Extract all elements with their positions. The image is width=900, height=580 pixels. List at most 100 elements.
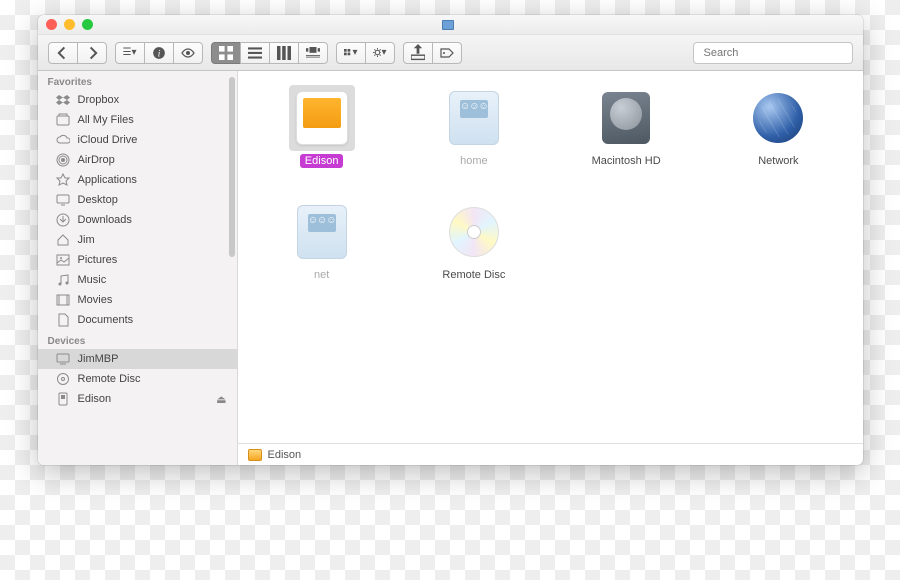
srv-drive-icon	[289, 199, 355, 265]
sidebar-item-icloud-drive[interactable]: iCloud Drive	[38, 130, 237, 150]
icon-grid[interactable]: Edison home Macintosh HD Network net Remote D…	[238, 71, 863, 443]
close-button[interactable]	[46, 19, 57, 30]
view-buttons	[211, 42, 328, 64]
sidebar-item-music[interactable]: Music	[38, 270, 237, 290]
grid-item-home[interactable]: home	[400, 85, 548, 195]
path-button[interactable]: ☰▾	[115, 42, 145, 64]
eject-icon[interactable]: ⏏	[216, 393, 226, 406]
home-icon	[56, 233, 71, 247]
ext-icon	[56, 392, 71, 406]
sidebar-item-applications[interactable]: Applications	[38, 170, 237, 190]
quicklook-button[interactable]	[173, 42, 203, 64]
sidebar-item-label: Desktop	[78, 194, 118, 206]
sidebar-item-label: Dropbox	[78, 94, 120, 106]
sidebar-item-label: JimMBP	[78, 353, 119, 365]
share-tag-group	[403, 42, 462, 64]
nav-buttons	[48, 42, 107, 64]
search-input[interactable]	[704, 47, 846, 59]
icloud-icon	[56, 133, 71, 147]
dropbox-icon	[56, 93, 71, 107]
sidebar-item-movies[interactable]: Movies	[38, 290, 237, 310]
coverflow-view-button[interactable]	[298, 42, 328, 64]
action-button[interactable]: ▾	[365, 42, 395, 64]
share-button[interactable]	[403, 42, 433, 64]
grid-item-label: Network	[753, 154, 803, 168]
sidebar-item-label: Downloads	[78, 214, 132, 226]
sidebar-item-edison[interactable]: Edison ⏏	[38, 389, 237, 409]
grid-item-label: Remote Disc	[437, 268, 510, 282]
path-info-group: ☰▾ i	[115, 42, 203, 64]
sidebar-item-label: Jim	[78, 234, 95, 246]
minimize-button[interactable]	[64, 19, 75, 30]
sidebar-item-label: Music	[78, 274, 107, 286]
sidebar-section-header[interactable]: Devices	[38, 330, 237, 349]
sidebar-item-label: Applications	[78, 174, 137, 186]
ext-drive-icon	[289, 85, 355, 151]
sidebar-item-pictures[interactable]: Pictures	[38, 250, 237, 270]
computer-icon	[56, 352, 71, 366]
apps-icon	[56, 173, 71, 187]
sidebar-item-label: AirDrop	[78, 154, 115, 166]
path-location: Edison	[268, 449, 302, 461]
arrange-button[interactable]: ▾	[336, 42, 366, 64]
tag-button[interactable]	[432, 42, 462, 64]
sidebar-item-dropbox[interactable]: Dropbox	[38, 90, 237, 110]
movies-icon	[56, 293, 71, 307]
sidebar-item-desktop[interactable]: Desktop	[38, 190, 237, 210]
disc-icon	[56, 372, 71, 386]
sidebar-item-label: Remote Disc	[78, 373, 141, 385]
documents-icon	[56, 313, 71, 327]
grid-item-network[interactable]: Network	[704, 85, 852, 195]
arrange-action-group: ▾ ▾	[336, 42, 395, 64]
sidebar-item-label: Movies	[78, 294, 113, 306]
sidebar-item-documents[interactable]: Documents	[38, 310, 237, 330]
sidebar-item-remote-disc[interactable]: Remote Disc	[38, 369, 237, 389]
music-icon	[56, 273, 71, 287]
grid-item-macintosh-hd[interactable]: Macintosh HD	[552, 85, 700, 195]
icon-view-button[interactable]	[211, 42, 241, 64]
sidebar-item-jimmbp[interactable]: JimMBP	[38, 349, 237, 369]
window-title	[38, 20, 863, 30]
finder-window: ☰▾ i ▾ ▾ Favorites Dropbox All My Files iCl…	[38, 15, 863, 465]
titlebar[interactable]	[38, 15, 863, 35]
traffic-lights	[46, 19, 93, 30]
sidebar-item-label: iCloud Drive	[78, 134, 138, 146]
sidebar-item-jim[interactable]: Jim	[38, 230, 237, 250]
grid-item-label: Macintosh HD	[587, 154, 666, 168]
pictures-icon	[56, 253, 71, 267]
toolbar: ☰▾ i ▾ ▾	[38, 35, 863, 71]
path-bar[interactable]: Edison	[238, 443, 863, 465]
computer-icon	[442, 20, 454, 30]
grid-item-remote-disc[interactable]: Remote Disc	[400, 199, 548, 309]
list-view-button[interactable]	[240, 42, 270, 64]
sidebar-item-downloads[interactable]: Downloads	[38, 210, 237, 230]
allfiles-icon	[56, 113, 71, 127]
svg-text:i: i	[157, 49, 160, 59]
column-view-button[interactable]	[269, 42, 299, 64]
sidebar: Favorites Dropbox All My Files iCloud Drive…	[38, 71, 238, 465]
scrollbar[interactable]	[229, 77, 235, 257]
downloads-icon	[56, 213, 71, 227]
search-field[interactable]	[693, 42, 853, 64]
grid-item-edison[interactable]: Edison	[248, 85, 396, 195]
zoom-button[interactable]	[82, 19, 93, 30]
sidebar-item-airdrop[interactable]: AirDrop	[38, 150, 237, 170]
back-button[interactable]	[48, 42, 78, 64]
airdrop-icon	[56, 153, 71, 167]
sidebar-item-label: All My Files	[78, 114, 134, 126]
sidebar-item-label: Pictures	[78, 254, 118, 266]
grid-item-label: home	[455, 154, 493, 168]
desktop-icon	[56, 193, 71, 207]
info-button[interactable]: i	[144, 42, 174, 64]
cd-drive-icon	[441, 199, 507, 265]
sidebar-item-label: Edison	[78, 393, 112, 405]
forward-button[interactable]	[77, 42, 107, 64]
hd-drive-icon	[593, 85, 659, 151]
grid-item-label: net	[309, 268, 334, 282]
sidebar-item-label: Documents	[78, 314, 134, 326]
net-drive-icon	[745, 85, 811, 151]
srv-drive-icon	[441, 85, 507, 151]
grid-item-net[interactable]: net	[248, 199, 396, 309]
sidebar-item-all-my-files[interactable]: All My Files	[38, 110, 237, 130]
sidebar-section-header[interactable]: Favorites	[38, 71, 237, 90]
